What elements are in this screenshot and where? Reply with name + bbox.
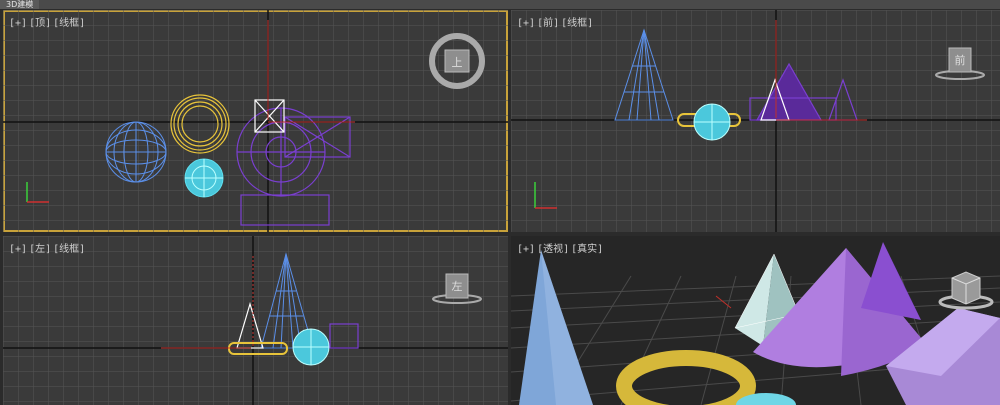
viewcube-left-label: 左 <box>452 280 463 293</box>
geosphere-left <box>292 328 330 366</box>
viewport-perspective-label: [+] [透视] [真实] <box>517 240 605 255</box>
viewport-front[interactable]: 前 [+] [前] [线框] <box>511 10 1000 232</box>
app-tab[interactable]: 3D建模 <box>0 0 40 9</box>
sphere-wire-top <box>105 121 167 183</box>
viewport-front-mode-menu[interactable]: [线框] <box>561 18 593 29</box>
viewport-perspective-plus-menu[interactable]: [+] <box>517 244 535 255</box>
viewcube-top-label: 上 <box>452 56 463 69</box>
geosphere-top <box>184 158 224 198</box>
viewport-left-view-menu[interactable]: [左] <box>29 244 51 255</box>
viewport-front-view-menu[interactable]: [前] <box>537 18 559 29</box>
viewport-top-mode-menu[interactable]: [线框] <box>53 18 85 29</box>
viewport-left-plus-menu[interactable]: [+] <box>9 244 27 255</box>
title-bar: 3D建模 <box>0 0 1000 9</box>
torus-solid-perspective <box>616 350 756 405</box>
viewport-top-label: [+] [顶] [线框] <box>9 14 87 29</box>
viewport-top-plus-menu[interactable]: [+] <box>9 18 27 29</box>
viewport-top[interactable]: 上 [+] [顶] [线框] <box>3 10 508 232</box>
viewport-left-label: [+] [左] [线框] <box>9 240 87 255</box>
viewport-left-mode-menu[interactable]: [线框] <box>53 244 85 255</box>
viewport-perspective-view-menu[interactable]: [透视] <box>537 244 569 255</box>
viewport-left[interactable]: 左 [+] [左] [线框] <box>3 236 508 405</box>
viewport-perspective[interactable]: [+] [透视] [真实] <box>511 236 1000 405</box>
viewport-front-plus-menu[interactable]: [+] <box>517 18 535 29</box>
geosphere-front <box>693 103 731 141</box>
viewport-top-view-menu[interactable]: [顶] <box>29 18 51 29</box>
viewport-left-canvas: 左 <box>3 236 508 405</box>
cone-solid-perspective <box>519 250 593 405</box>
viewport-perspective-canvas <box>511 242 1000 405</box>
viewport-front-label: [+] [前] [线框] <box>517 14 595 29</box>
viewport-perspective-mode-menu[interactable]: [真实] <box>571 244 603 255</box>
viewport-top-canvas: 上 <box>3 10 508 232</box>
viewport-front-canvas: 前 <box>511 10 1000 232</box>
viewcube-front-label: 前 <box>955 53 966 67</box>
